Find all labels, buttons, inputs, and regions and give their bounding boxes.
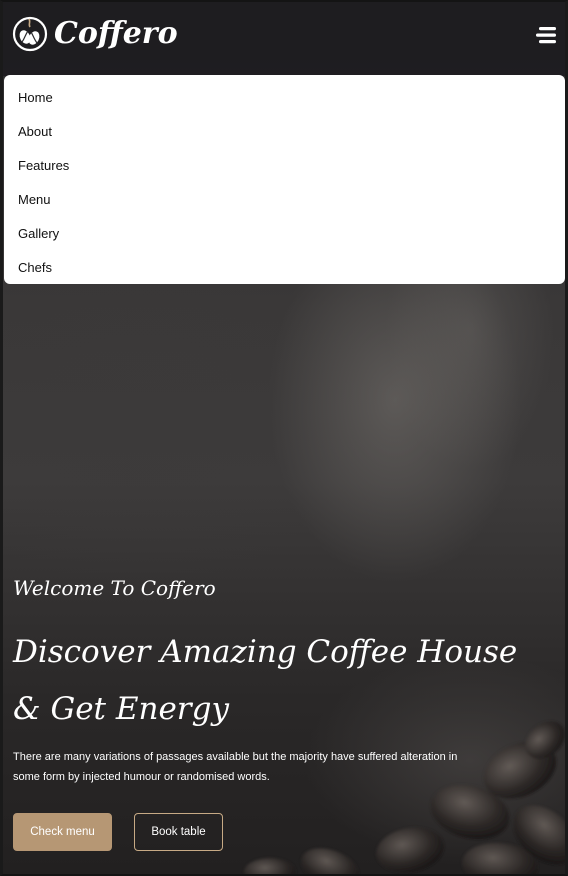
nav-item-home[interactable]: Home [4,81,565,115]
hero-description: There are many variations of passages av… [13,751,458,783]
nav-item-chefs[interactable]: Chefs [4,251,565,285]
coffee-bean-icon [12,16,48,52]
hamburger-menu-icon[interactable] [536,24,558,46]
hero-section: Coffero Home About Features Menu Gallery… [0,0,568,876]
nav-item-features[interactable]: Features [4,149,565,183]
hero-title-line-2: & Get Energy [13,691,229,727]
mobile-nav-menu: Home About Features Menu Gallery Chefs [4,75,565,284]
nav-item-gallery[interactable]: Gallery [4,217,565,251]
check-menu-button[interactable]: Check menu [13,813,112,851]
brand-name: Coffero [54,16,178,51]
brand-logo[interactable]: Coffero [12,16,178,52]
book-table-button[interactable]: Book table [134,813,223,851]
nav-item-menu[interactable]: Menu [4,183,565,217]
hero-title-line-1: Discover Amazing Coffee House [13,634,518,670]
nav-item-about[interactable]: About [4,115,565,149]
site-header: Coffero [0,0,568,76]
hero-kicker: Welcome To Coffero [13,576,216,600]
hero-title: Discover Amazing Coffee House & Get Ener… [13,624,533,738]
